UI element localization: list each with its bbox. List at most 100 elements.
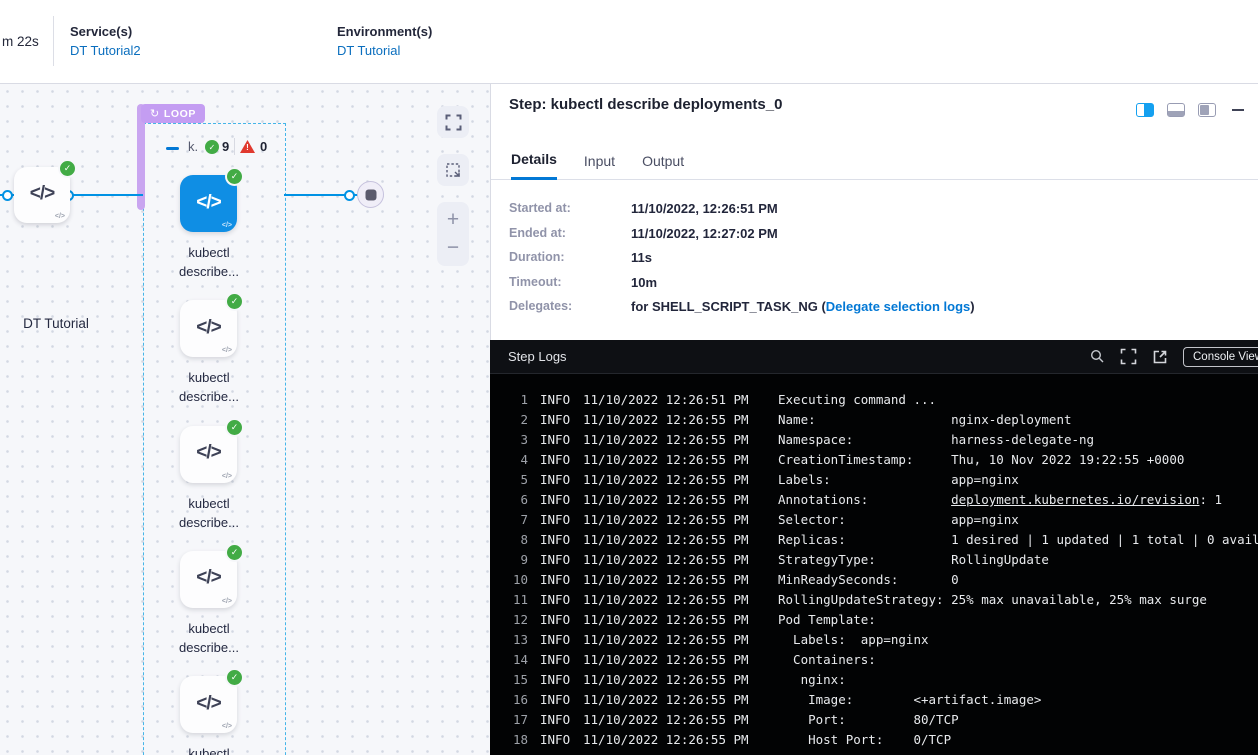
step-logs-title: Step Logs <box>508 349 567 364</box>
detail-row: Timeout:10m <box>491 275 1258 300</box>
environment-link[interactable]: DT Tutorial <box>337 43 400 58</box>
log-line-number: 4 <box>500 450 528 470</box>
step-node[interactable]: </></>✓ <box>180 175 237 232</box>
log-line: 12INFO11/10/2022 12:26:55 PMPod Template… <box>490 610 1258 630</box>
detail-value: for SHELL_SCRIPT_TASK_NG (Delegate selec… <box>631 299 975 314</box>
log-message: Namespace: harness-delegate-ng <box>778 430 1094 450</box>
log-line-number: 3 <box>500 430 528 450</box>
loop-icon: ↻ <box>150 107 160 120</box>
log-message: Image: <+artifact.image> <box>778 690 1041 710</box>
log-level: INFO <box>540 730 583 750</box>
log-message: nginx: <box>778 670 846 690</box>
details-rows: Started at:11/10/2022, 12:26:51 PMEnded … <box>491 201 1258 324</box>
detail-row: Duration:11s <box>491 250 1258 275</box>
success-check-icon: ✓ <box>227 545 242 560</box>
panel-layout-switcher <box>1136 103 1244 117</box>
log-line: 3INFO11/10/2022 12:26:55 PMNamespace: ha… <box>490 430 1258 450</box>
detail-value-text: ) <box>970 299 974 314</box>
detail-row: Delegates: for SHELL_SCRIPT_TASK_NG (Dele… <box>491 299 1258 324</box>
log-timestamp: 11/10/2022 12:26:51 PM <box>583 390 778 410</box>
log-toolbar: Console View <box>1090 340 1258 373</box>
step-node[interactable]: </></>✓ <box>180 426 237 483</box>
log-timestamp: 11/10/2022 12:26:55 PM <box>583 670 778 690</box>
log-level: INFO <box>540 510 583 530</box>
open-in-new-tab-icon[interactable] <box>1152 349 1168 365</box>
step-details-title: Step: kubectl describe deployments_0 <box>509 96 782 113</box>
log-level: INFO <box>540 570 583 590</box>
collapse-group-button[interactable] <box>166 147 179 150</box>
shell-script-mini-icon: </> <box>222 598 232 605</box>
tab-details[interactable]: Details <box>511 151 557 180</box>
log-annotation-link[interactable]: deployment.kubernetes.io/revision <box>951 492 1199 507</box>
port-end-in <box>344 190 355 201</box>
log-line: 16INFO11/10/2022 12:26:55 PM Image: <+ar… <box>490 690 1258 710</box>
log-message: Port: 80/TCP <box>778 710 959 730</box>
delegate-selection-logs-link[interactable]: Delegate selection logs <box>826 299 971 314</box>
log-line-number: 15 <box>500 670 528 690</box>
marquee-zoom-button[interactable] <box>437 154 469 186</box>
log-line-number: 11 <box>500 590 528 610</box>
zoom-out-button[interactable]: − <box>447 234 459 262</box>
stage-node-dt-tutorial[interactable]: </> </> ✓ DT Tutorial <box>14 167 70 223</box>
layout-right-view-button[interactable] <box>1136 103 1154 117</box>
step-node[interactable]: </></>✓ <box>180 300 237 357</box>
shell-script-mini-icon: </> <box>222 222 232 229</box>
log-line-number: 8 <box>500 530 528 550</box>
log-line-number: 17 <box>500 710 528 730</box>
detail-label: Started at: <box>509 201 571 215</box>
detail-value: 10m <box>631 275 657 290</box>
log-timestamp: 11/10/2022 12:26:55 PM <box>583 590 778 610</box>
log-level: INFO <box>540 710 583 730</box>
log-rows[interactable]: 1INFO11/10/2022 12:26:51 PMExecuting com… <box>490 373 1258 755</box>
log-timestamp: 11/10/2022 12:26:55 PM <box>583 450 778 470</box>
log-timestamp: 11/10/2022 12:26:55 PM <box>583 410 778 430</box>
services-label: Service(s) <box>70 24 132 39</box>
minimize-panel-icon[interactable] <box>1232 109 1244 111</box>
tab-output[interactable]: Output <box>642 153 684 179</box>
log-line-number: 2 <box>500 410 528 430</box>
log-message-text: Annotations: <box>778 492 951 507</box>
detail-label: Ended at: <box>509 226 566 240</box>
pipeline-end-node[interactable] <box>357 181 384 208</box>
details-tabs: Details Input Output <box>491 146 1258 180</box>
log-timestamp: 11/10/2022 12:26:55 PM <box>583 630 778 650</box>
log-line-number: 9 <box>500 550 528 570</box>
layout-bottom-view-button[interactable] <box>1167 103 1185 117</box>
service-link[interactable]: DT Tutorial2 <box>70 43 141 58</box>
header-divider <box>53 16 54 66</box>
log-line: 11INFO11/10/2022 12:26:55 PMRollingUpdat… <box>490 590 1258 610</box>
log-line-number: 14 <box>500 650 528 670</box>
tab-input[interactable]: Input <box>584 153 615 179</box>
success-check-icon: ✓ <box>227 420 242 435</box>
pipeline-graph-canvas[interactable]: ↻ LOOP </> </> ✓ DT Tutorial k. ✓ 9 ! 0 … <box>0 84 490 755</box>
log-level: INFO <box>540 410 583 430</box>
log-message: Labels: app=nginx <box>778 470 1019 490</box>
zoom-in-button[interactable]: + <box>447 206 459 234</box>
log-timestamp: 11/10/2022 12:26:55 PM <box>583 730 778 750</box>
step-node-label: kubectl describe... <box>150 494 268 532</box>
step-node-label: kubectl describe... <box>150 744 268 755</box>
search-icon[interactable] <box>1090 349 1105 364</box>
layout-minimized-view-button[interactable] <box>1198 103 1216 117</box>
log-message: Name: nginx-deployment <box>778 410 1072 430</box>
pipeline-execution-view: m 22s Service(s) DT Tutorial2 Environmen… <box>0 0 1258 755</box>
log-level: INFO <box>540 630 583 650</box>
code-icon: </> <box>180 317 237 339</box>
log-line: 17INFO11/10/2022 12:26:55 PM Port: 80/TC… <box>490 710 1258 730</box>
loop-badge-label: LOOP <box>164 108 196 120</box>
detail-label: Delegates: <box>509 299 572 313</box>
console-view-button[interactable]: Console View <box>1183 347 1258 367</box>
step-node[interactable]: </></>✓ <box>180 551 237 608</box>
code-icon: </> <box>180 192 237 214</box>
success-check-icon: ✓ <box>60 161 75 176</box>
step-node[interactable]: </></>✓ <box>180 676 237 733</box>
log-message: StrategyType: RollingUpdate <box>778 550 1049 570</box>
log-message: CreationTimestamp: Thu, 10 Nov 2022 19:2… <box>778 450 1184 470</box>
log-level: INFO <box>540 430 583 450</box>
fullscreen-logs-icon[interactable] <box>1120 348 1137 365</box>
detail-value: 11/10/2022, 12:27:02 PM <box>631 226 778 241</box>
step-node-label: kubectl describe... <box>150 368 268 406</box>
code-icon: </> <box>180 567 237 589</box>
failed-count: 0 <box>260 139 267 154</box>
fit-to-screen-button[interactable] <box>437 106 469 138</box>
